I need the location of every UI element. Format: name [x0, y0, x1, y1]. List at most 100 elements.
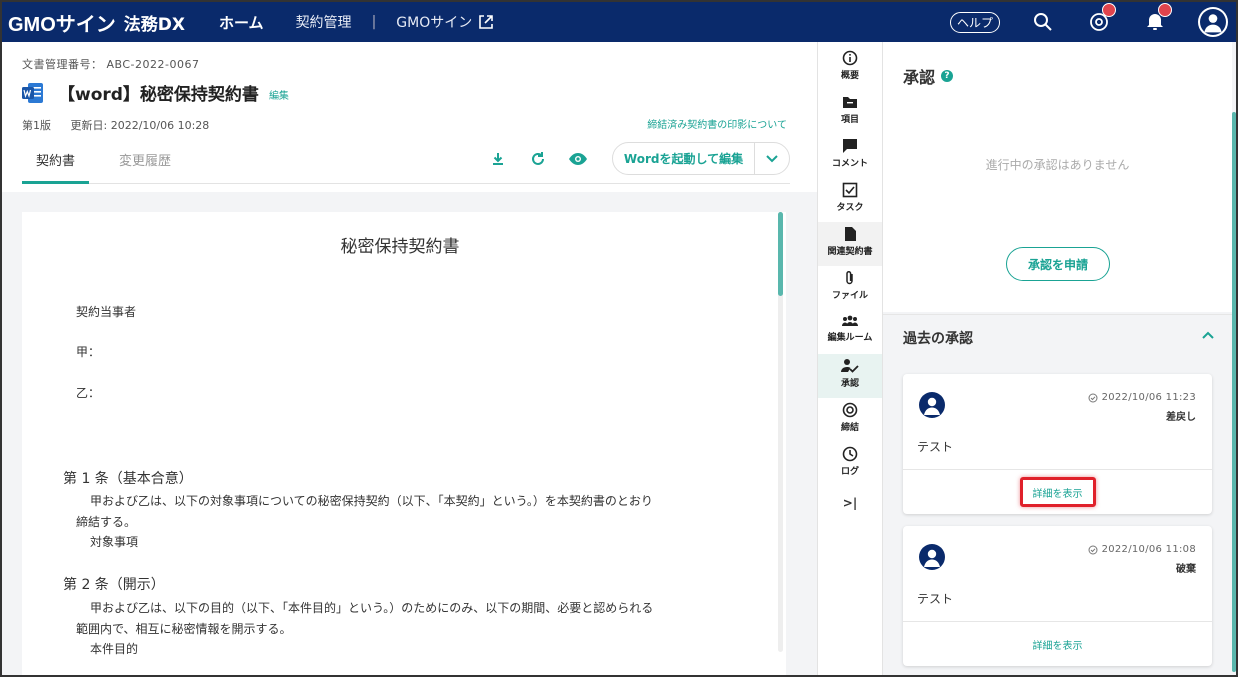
user-icon [1200, 9, 1226, 35]
show-details-link[interactable]: 詳細を表示 [903, 637, 1212, 652]
download-icon [493, 153, 503, 165]
no-approval-text: 進行中の承認はありません [985, 158, 1130, 172]
nav-contracts[interactable]: 契約管理 [296, 12, 352, 32]
rail-item-overview[interactable]: 概要 [818, 46, 882, 90]
eye-icon [569, 153, 587, 165]
rail-label-related: 関連契約書 [827, 247, 873, 257]
help-button[interactable]: ヘルプ [949, 11, 1000, 33]
help-question-icon[interactable]: ? [941, 70, 954, 82]
approval-icon [841, 359, 859, 373]
user-avatar[interactable] [1198, 7, 1228, 37]
launch-word-button[interactable]: Wordを起動して編集 [612, 142, 790, 175]
parties-label: 契約当事者 [76, 305, 137, 319]
refresh-icon [532, 152, 544, 165]
folder-icon [843, 97, 857, 108]
collapse-icon: >| [842, 496, 858, 510]
nav-gmo-label: GMOサイン [396, 15, 473, 31]
chevron-down-icon [766, 154, 778, 162]
approval-comment: テスト [917, 592, 954, 606]
rail-item-log[interactable]: ログ [818, 442, 882, 486]
card-divider [903, 621, 1212, 622]
search-icon [1034, 13, 1052, 31]
download-button[interactable] [487, 148, 509, 170]
main-nav: ホーム 契約管理 | GMOサイン [219, 12, 494, 33]
rail-item-approval[interactable]: 承認 [818, 354, 882, 398]
rail-item-comments[interactable]: コメント [818, 134, 882, 178]
past-approvals-header[interactable]: 過去の承認 [883, 314, 1232, 358]
article-2-line-2: 範囲内で、相互に秘密情報を開示する。 [76, 622, 292, 636]
external-link-icon [479, 15, 494, 29]
article-1-line-3: 対象事項 [90, 535, 139, 549]
panel-scrollbar[interactable] [1232, 112, 1236, 672]
file-icon [845, 227, 856, 241]
approval-title-row: 承認 ? [903, 64, 954, 88]
article-2-title: 第 2 条（開示） [63, 577, 165, 593]
approval-date: 2022/10/06 11:23 [1088, 392, 1196, 403]
logo-main: GMOサイン [8, 13, 116, 36]
group-icon [842, 315, 858, 326]
notification-button[interactable] [1142, 3, 1172, 35]
avatar [919, 392, 945, 418]
mention-badge [1102, 3, 1116, 17]
document-number: 文書管理番号： ABC-2022-0067 [22, 58, 200, 71]
document-toolbar [487, 148, 607, 170]
refresh-button[interactable] [527, 148, 549, 170]
approval-card: 2022/10/06 11:23 差戻し テスト 詳細を表示 [903, 374, 1212, 514]
rail-label-tasks: タスク [836, 203, 864, 213]
chevron-up-icon [1202, 331, 1214, 339]
active-tab-indicator [22, 181, 89, 184]
status-badge: 破棄 [1176, 564, 1196, 575]
tab-contract[interactable]: 契約書 [22, 150, 89, 169]
notification-badge [1158, 3, 1172, 17]
document-area: 文書管理番号： ABC-2022-0067 【word】秘密保持契約書 編集 第… [2, 42, 817, 675]
info-icon [842, 50, 858, 66]
logo-sub: 法務DX [123, 14, 185, 35]
document-updated: 更新日: 2022/10/06 10:28 [70, 119, 210, 132]
rail-item-fields[interactable]: 項目 [818, 90, 882, 134]
rail-collapse-button[interactable]: >| [818, 490, 882, 534]
rail-item-tasks[interactable]: タスク [818, 178, 882, 222]
preview-button[interactable] [567, 148, 589, 170]
logo[interactable]: GMOサイン 法務DX [8, 8, 185, 37]
article-1-line-1: 甲および乙は、以下の対象事項についての秘密保持契約（以下、「本契約」という。）を… [90, 494, 653, 508]
rail-item-edit-room[interactable]: 編集ルーム [818, 310, 882, 354]
rail-label-conclusion: 締結 [840, 423, 859, 433]
rail-label-comments: コメント [831, 159, 868, 169]
request-approval-button[interactable]: 承認を申請 [1006, 247, 1110, 281]
document-title-row: 【word】秘密保持契約書 編集 [22, 80, 289, 105]
rail-item-files[interactable]: ファイル [818, 266, 882, 310]
nav-separator: | [371, 14, 377, 30]
document-scrollbar[interactable] [778, 212, 783, 296]
mention-button[interactable] [1086, 3, 1116, 35]
nav-gmo-sign[interactable]: GMOサイン [396, 12, 494, 32]
past-approvals-title: 過去の承認 [903, 331, 973, 347]
tab-history[interactable]: 変更履歴 [119, 150, 171, 169]
card-divider [903, 469, 1212, 470]
app-window: GMOサイン 法務DX ホーム 契約管理 | GMOサイン ヘルプ 文書管理番号… [0, 0, 1238, 677]
stamp-info-link[interactable]: 締結済み契約書の印影について [647, 116, 787, 131]
document-title: 【word】秘密保持契約書 [58, 85, 259, 105]
document-viewer: 秘密保持契約書 契約当事者 甲： 乙： 第 1 条（基本合意） 甲および乙は、以… [2, 192, 817, 675]
header-actions: ヘルプ [949, 2, 1228, 42]
check-circle-icon [1088, 545, 1098, 554]
article-2-line-3: 本件目的 [90, 642, 139, 656]
rail-item-conclusion[interactable]: 締結 [818, 398, 882, 442]
edit-title-link[interactable]: 編集 [269, 87, 289, 102]
user-icon [924, 549, 940, 567]
rail-label-edit-room: 編集ルーム [827, 333, 873, 343]
rail-label-log: ログ [840, 467, 859, 477]
check-circle-icon [1088, 393, 1098, 402]
rail-item-related[interactable]: 関連契約書 [818, 222, 882, 266]
rail-label-overview: 概要 [840, 71, 859, 81]
document-page: 秘密保持契約書 契約当事者 甲： 乙： 第 1 条（基本合意） 甲および乙は、以… [22, 212, 786, 675]
launch-word-dropdown[interactable] [755, 154, 789, 163]
target-icon [842, 402, 858, 418]
side-rail: 概要 項目 コメント タスク 関連契約書 ファイル 編集ルーム 承認 締結 ログ… [817, 42, 883, 675]
avatar [919, 544, 945, 570]
user-icon [924, 397, 940, 415]
approval-current: 承認 ? 進行中の承認はありません 承認を申請 [883, 42, 1232, 312]
approval-panel: 承認 ? 進行中の承認はありません 承認を申請 過去の承認 2022/10/06… [883, 42, 1236, 675]
search-button[interactable] [1030, 9, 1056, 35]
nav-home[interactable]: ホーム [219, 12, 264, 33]
status-badge: 差戻し [1166, 412, 1196, 423]
